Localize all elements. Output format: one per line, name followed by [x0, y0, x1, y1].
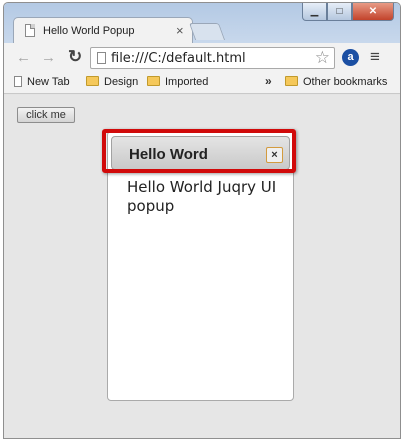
page-content: click me Hello Word × Hello World Juqry … — [4, 95, 400, 438]
bookmark-other[interactable]: Other bookmarks — [285, 76, 387, 88]
tab-close-icon[interactable]: × — [176, 23, 184, 38]
folder-icon — [285, 76, 298, 86]
maximize-button[interactable]: □ — [327, 3, 352, 21]
bookmark-imported[interactable]: Imported — [147, 76, 208, 88]
dialog-body-text: Hello World Juqry UI popup — [127, 178, 277, 215]
page-icon — [97, 52, 106, 64]
bookmark-label: Imported — [165, 76, 209, 88]
bookmark-design[interactable]: Design — [86, 76, 138, 88]
page-icon — [25, 24, 35, 37]
close-button[interactable]: ✕ — [352, 3, 394, 21]
star-icon[interactable]: ☆ — [315, 48, 330, 68]
address-text[interactable]: file:///C:/default.html — [111, 51, 246, 66]
window-controls: ▁ □ ✕ — [302, 3, 394, 21]
new-tab-button[interactable] — [188, 23, 226, 40]
browser-tab[interactable]: Hello World Popup × — [13, 17, 193, 44]
browser-toolbar: ← → ↻ file:///C:/default.html ☆ a ≡ — [4, 43, 400, 73]
bookmark-label: Other bookmarks — [303, 76, 388, 88]
menu-icon[interactable]: ≡ — [370, 47, 380, 67]
arrow-left-icon[interactable]: ← — [16, 49, 31, 66]
browser-titlebar: Hello World Popup × ▁ □ ✕ — [4, 3, 400, 44]
click-me-button[interactable]: click me — [17, 107, 75, 123]
minimize-button[interactable]: ▁ — [302, 3, 327, 21]
bookmark-label: New Tab — [27, 76, 70, 88]
highlight-box — [102, 129, 296, 173]
reload-icon[interactable]: ↻ — [68, 47, 82, 67]
browser-window: Hello World Popup × ▁ □ ✕ ← → ↻ file:///… — [3, 2, 401, 439]
address-bar[interactable]: file:///C:/default.html ☆ — [90, 47, 335, 69]
bookmark-new-tab[interactable]: New Tab — [14, 76, 70, 88]
bookmark-label: Design — [104, 76, 139, 88]
arrow-right-icon[interactable]: → — [41, 49, 56, 66]
popup-dialog: Hello Word × Hello World Juqry UI popup — [102, 129, 296, 401]
tab-title: Hello World Popup — [43, 25, 135, 37]
folder-icon — [147, 76, 160, 86]
bookmarks-overflow-icon[interactable]: » — [265, 74, 272, 88]
folder-icon — [86, 76, 99, 86]
page-icon — [14, 76, 22, 87]
a-icon[interactable]: a — [342, 49, 359, 66]
bookmarks-bar: New Tab Design Imported » Other bookmark… — [4, 73, 400, 94]
